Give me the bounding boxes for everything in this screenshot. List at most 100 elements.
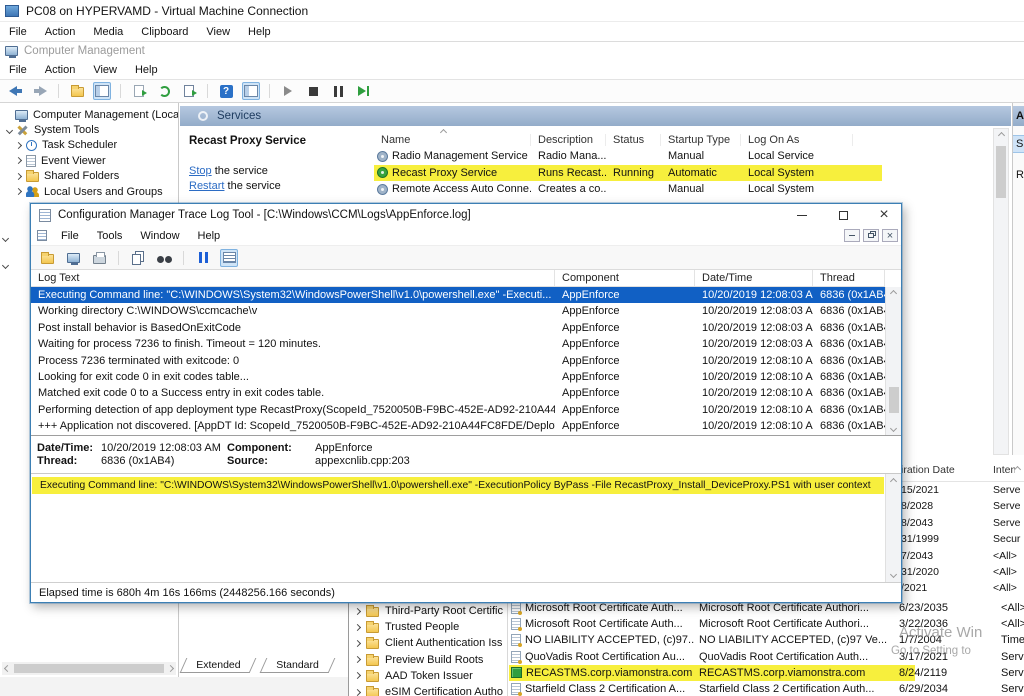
certificate-folder-item[interactable]: Client Authentication Iss: [353, 635, 505, 651]
show-console-tree-icon[interactable]: [93, 82, 111, 100]
scroll-up-icon[interactable]: [1014, 466, 1021, 473]
column-header[interactable]: Description: [531, 134, 606, 146]
tree-chevron-icon[interactable]: [15, 188, 22, 195]
menu-item[interactable]: Clipboard: [132, 26, 197, 38]
find-icon[interactable]: [155, 249, 173, 267]
log-row[interactable]: Working directory C:\WINDOWS\ccmcache\v …: [31, 303, 885, 319]
help-icon[interactable]: [217, 82, 235, 100]
certificate-folder-item[interactable]: Third-Party Root Certific: [353, 603, 505, 619]
tree-chevron-icon[interactable]: [2, 235, 9, 242]
pause-log-icon[interactable]: [194, 249, 212, 267]
restart-service-link[interactable]: Restart: [189, 180, 224, 192]
menu-item[interactable]: Window: [131, 230, 188, 242]
scrollbar-thumb[interactable]: [14, 664, 164, 673]
menu-item[interactable]: Help: [239, 26, 280, 38]
view-tab[interactable]: Extended: [180, 658, 257, 673]
tree-chevron-icon[interactable]: [354, 688, 361, 695]
maximize-button[interactable]: [826, 205, 860, 225]
service-row[interactable]: Recast Proxy Service Runs Recast... Runn…: [374, 165, 1011, 182]
column-header[interactable]: Startup Type: [661, 134, 741, 146]
scroll-up-icon[interactable]: [997, 132, 1004, 139]
open-file-icon[interactable]: [38, 249, 56, 267]
tree-chevron-icon[interactable]: [15, 142, 22, 149]
tree-chevron-icon[interactable]: [15, 173, 22, 180]
column-header[interactable]: Log On As: [741, 134, 853, 146]
copy-icon[interactable]: [129, 249, 147, 267]
view-tab[interactable]: Standard: [260, 658, 335, 673]
show-action-pane-icon[interactable]: [242, 82, 260, 100]
certificate-side-row[interactable]: 31/1999 Secur: [898, 531, 1024, 547]
log-row[interactable]: Executing Command line: "C:\WINDOWS\Syst…: [31, 287, 885, 303]
view-list-icon[interactable]: [220, 249, 238, 267]
menu-item[interactable]: Help: [189, 230, 230, 242]
export-list-icon[interactable]: [180, 82, 198, 100]
forward-icon[interactable]: [31, 82, 49, 100]
child-minimize-button[interactable]: [844, 229, 860, 242]
certificate-side-row[interactable]: 15/2021 Serve: [898, 482, 1024, 498]
menu-item[interactable]: Media: [84, 26, 132, 38]
close-button[interactable]: [867, 205, 901, 225]
certificate-folder-item[interactable]: eSIM Certification Autho: [353, 684, 505, 696]
certificate-side-row[interactable]: 8/2043 Serve: [898, 515, 1024, 531]
log-row[interactable]: Waiting for process 7236 to finish. Time…: [31, 336, 885, 352]
tree-item[interactable]: Computer Management (Local: [0, 107, 178, 122]
services-scrollbar[interactable]: [993, 128, 1009, 455]
refresh-icon[interactable]: [155, 82, 173, 100]
menu-item[interactable]: View: [197, 26, 239, 38]
tree-item[interactable]: Event Viewer: [0, 153, 178, 168]
menu-item[interactable]: File: [52, 230, 88, 242]
tree-item[interactable]: Task Scheduler: [0, 138, 178, 153]
column-header[interactable]: Log Text: [31, 270, 555, 286]
log-row[interactable]: Post install behavior is BasedOnExitCode…: [31, 320, 885, 336]
service-row[interactable]: Remote Access Auto Conne... Creates a co…: [374, 181, 1011, 198]
minimize-button[interactable]: [785, 205, 819, 225]
menu-item[interactable]: View: [84, 64, 126, 76]
certificate-folder-item[interactable]: Preview Build Roots: [353, 652, 505, 668]
column-header[interactable]: Name: [374, 134, 531, 146]
tree-chevron-icon[interactable]: [15, 157, 22, 164]
actions-pane-item[interactable]: S: [1013, 135, 1024, 153]
menu-item[interactable]: File: [0, 64, 36, 76]
detail-scrollbar[interactable]: [885, 474, 901, 582]
column-header[interactable]: Thread: [813, 270, 885, 286]
menu-item[interactable]: Action: [36, 26, 85, 38]
menu-item[interactable]: Tools: [88, 230, 132, 242]
service-row[interactable]: Radio Management Service Radio Mana... M…: [374, 148, 1011, 165]
highlighted-log-detail[interactable]: Executing Command line: "C:\WINDOWS\Syst…: [32, 477, 884, 494]
tree-chevron-icon[interactable]: [354, 624, 361, 631]
column-header[interactable]: Status: [606, 134, 661, 146]
scroll-up-icon[interactable]: [890, 290, 897, 297]
tree-chevron-icon[interactable]: [354, 656, 361, 663]
tree-item[interactable]: Shared Folders: [0, 169, 178, 184]
stop-service-icon[interactable]: [304, 82, 322, 100]
log-row[interactable]: Looking for exit code 0 in exit codes ta…: [31, 369, 885, 385]
menu-item[interactable]: Action: [36, 64, 85, 76]
certificate-side-row[interactable]: 7/2043 <All>: [898, 548, 1024, 564]
log-row[interactable]: Process 7236 terminated with exitcode: 0…: [31, 353, 885, 369]
certificate-folder-item[interactable]: Trusted People: [353, 619, 505, 635]
back-icon[interactable]: [6, 82, 24, 100]
tree-item[interactable]: Local Users and Groups: [0, 184, 178, 199]
tree-item[interactable]: System Tools: [0, 122, 178, 137]
certificate-side-row[interactable]: 8/2028 Serve: [898, 498, 1024, 514]
column-header[interactable]: Date/Time: [695, 270, 813, 286]
tree-chevron-icon[interactable]: [2, 262, 9, 269]
child-restore-button[interactable]: [863, 229, 879, 242]
column-header[interactable]: Component: [555, 270, 695, 286]
panel-divider[interactable]: [507, 600, 508, 696]
actions-pane-item[interactable]: R: [1013, 169, 1024, 181]
menu-item[interactable]: Help: [126, 64, 167, 76]
scroll-down-icon[interactable]: [890, 571, 897, 578]
expiration-date-header[interactable]: iration Date: [898, 464, 993, 476]
certificate-side-row[interactable]: /2021 <All>: [898, 580, 1024, 596]
log-scrollbar[interactable]: [885, 287, 901, 435]
tree-chevron-icon[interactable]: [354, 608, 361, 615]
scroll-down-icon[interactable]: [890, 425, 897, 432]
restart-service-icon[interactable]: [354, 82, 372, 100]
start-service-icon[interactable]: [279, 82, 297, 100]
stop-service-link[interactable]: Stop: [189, 165, 212, 177]
scroll-up-icon[interactable]: [890, 478, 897, 485]
scrollbar-thumb[interactable]: [996, 146, 1006, 198]
certificate-folder-item[interactable]: AAD Token Issuer: [353, 668, 505, 684]
print-icon[interactable]: [90, 249, 108, 267]
